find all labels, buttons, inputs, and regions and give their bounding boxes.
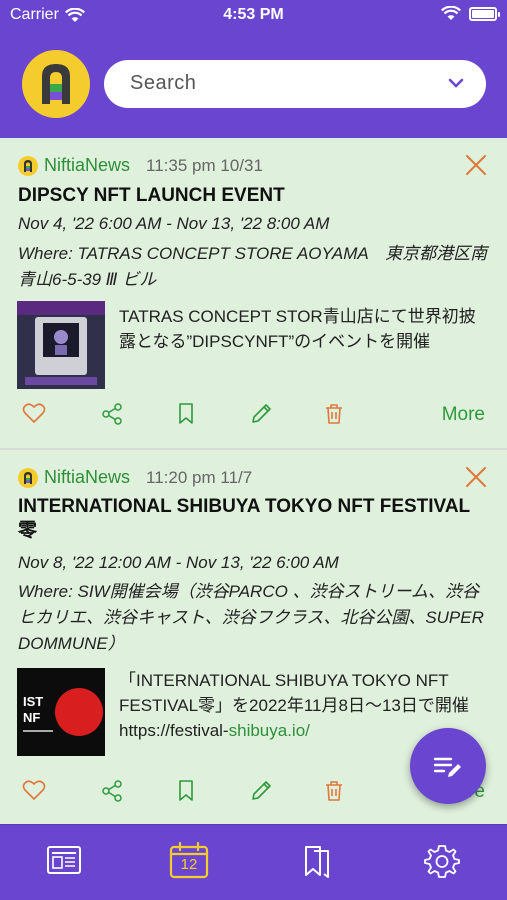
bookmark-icon[interactable] [177,402,195,426]
post-dates: Nov 8, '22 12:00 AM - Nov 13, '22 6:00 A… [18,553,339,572]
svg-text:IST: IST [23,694,43,709]
post-timestamp: 11:20 pm 11/7 [146,467,253,487]
post-description-text: 「INTERNATIONAL SHIBUYA TOKYO NFT FESTIVA… [119,671,469,715]
delete-icon[interactable] [322,779,346,803]
delete-icon[interactable] [322,402,346,426]
edit-icon[interactable] [249,402,273,426]
bookmark-icon[interactable] [177,779,195,803]
source-name[interactable]: NiftiaNews [44,467,130,488]
heart-icon[interactable] [22,779,46,801]
app-logo[interactable] [22,50,90,118]
post-thumbnail[interactable] [17,301,105,389]
source-avatar [18,467,38,488]
post-description: TATRAS CONCEPT STOR青山店にて世界初披露となる”DIPSCYN… [119,307,476,351]
compose-button[interactable] [410,728,486,804]
post-source: NiftiaNews 11:20 pm 11/7 [18,467,252,488]
heart-icon[interactable] [22,402,46,424]
post-source: NiftiaNews 11:35 pm 10/31 [18,155,263,176]
tab-settings-icon[interactable] [424,843,460,879]
niftia-logo-icon [42,64,70,104]
post-actions: More [0,402,507,432]
post-link[interactable]: https://festival-shibuya.io/ [119,721,310,740]
post-title: INTERNATIONAL SHIBUYA TOKYO NFT FESTIVAL… [18,496,470,541]
source-avatar [18,155,38,176]
tab-bookmarks-icon[interactable] [300,843,336,879]
post-thumbnail[interactable]: IST NF [17,668,105,756]
app-header: Search [0,30,507,138]
news-feed[interactable]: NiftiaNews 11:35 pm 10/31 DIPSCY NFT LAU… [0,138,507,824]
tab-bar: 12 [0,824,507,900]
post-link-highlight: shibuya.io/ [228,721,310,740]
status-bar: Carrier 4:53 PM [0,0,507,30]
post-location: Where: SIW開催会場（渋谷PARCO 、渋谷ストリーム、渋谷ヒカリエ、渋… [18,582,484,653]
wifi-icon [441,6,461,20]
post-link-prefix: https://festival- [119,721,229,740]
close-icon[interactable] [465,154,487,176]
status-time: 4:53 PM [223,6,284,23]
share-icon[interactable] [100,779,124,803]
compose-icon [433,757,461,777]
more-button[interactable]: More [442,404,485,426]
post-card[interactable]: NiftiaNews 11:35 pm 10/31 DIPSCY NFT LAU… [0,138,507,448]
svg-text:NF: NF [23,710,40,725]
battery-icon [469,6,500,21]
chevron-down-icon [448,78,464,88]
search-placeholder: Search [130,72,197,94]
post-timestamp: 11:35 pm 10/31 [146,155,263,175]
calendar-day: 12 [180,856,198,873]
tab-calendar[interactable]: 12 [168,841,210,879]
close-icon[interactable] [465,466,487,488]
post-location: Where: TATRAS CONCEPT STORE AOYAMA 東京都港区… [18,244,488,289]
search-dropdown[interactable]: Search [104,60,486,108]
post-title: DIPSCY NFT LAUNCH EVENT [18,185,285,206]
tab-news-icon[interactable] [46,843,82,877]
edit-icon[interactable] [249,779,273,803]
share-icon[interactable] [100,402,124,426]
post-dates: Nov 4, '22 6:00 AM - Nov 13, '22 8:00 AM [18,214,330,233]
source-name[interactable]: NiftiaNews [44,155,130,176]
